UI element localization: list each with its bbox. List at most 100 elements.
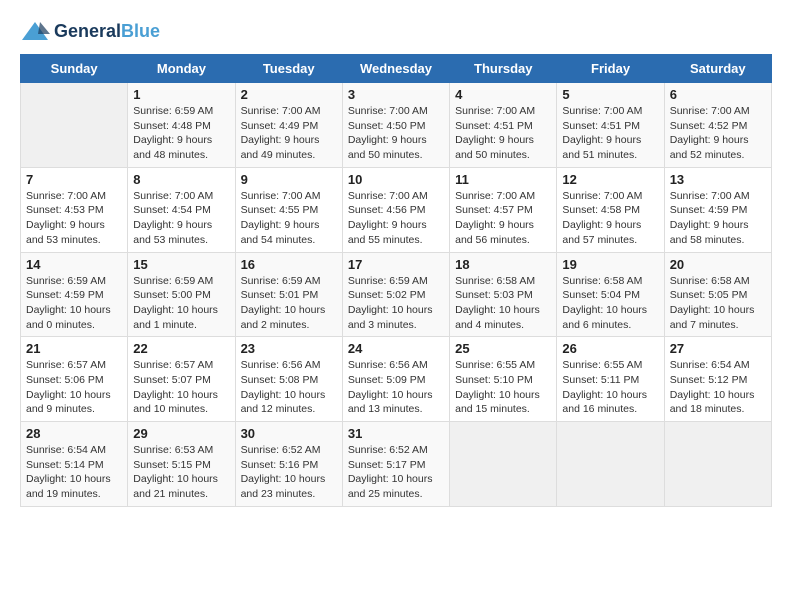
calendar-day-cell: 15 Sunrise: 6:59 AM Sunset: 5:00 PM Dayli… (128, 252, 235, 337)
day-info: Sunrise: 6:59 AM Sunset: 4:48 PM Dayligh… (133, 104, 229, 163)
calendar-week-row: 28 Sunrise: 6:54 AM Sunset: 5:14 PM Dayli… (21, 422, 772, 507)
day-number: 31 (348, 426, 444, 441)
weekday-header-cell: Wednesday (342, 55, 449, 83)
calendar-week-row: 7 Sunrise: 7:00 AM Sunset: 4:53 PM Daylig… (21, 167, 772, 252)
calendar-table: SundayMondayTuesdayWednesdayThursdayFrid… (20, 54, 772, 507)
calendar-day-cell: 29Sunrise: 6:53 AM Sunset: 5:15 PM Dayli… (128, 422, 235, 507)
calendar-day-cell: 13Sunrise: 7:00 AM Sunset: 4:59 PM Dayli… (664, 167, 771, 252)
day-number: 17 (348, 257, 444, 272)
calendar-day-cell: 25 Sunrise: 6:55 AM Sunset: 5:10 PM Dayli… (450, 337, 557, 422)
calendar-day-cell: 21 Sunrise: 6:57 AM Sunset: 5:06 PM Dayli… (21, 337, 128, 422)
day-number: 7 (26, 172, 122, 187)
day-info: Sunrise: 6:59 AM Sunset: 5:01 PM Dayligh… (241, 274, 337, 333)
weekday-header-row: SundayMondayTuesdayWednesdayThursdayFrid… (21, 55, 772, 83)
day-info: Sunrise: 7:00 AM Sunset: 4:50 PM Dayligh… (348, 104, 444, 163)
calendar-day-cell (557, 422, 664, 507)
day-number: 30 (241, 426, 337, 441)
day-number: 2 (241, 87, 337, 102)
weekday-header-cell: Monday (128, 55, 235, 83)
day-info: Sunrise: 6:52 AM Sunset: 5:16 PM Dayligh… (241, 443, 337, 502)
day-number: 1 (133, 87, 229, 102)
day-info: Sunrise: 7:00 AM Sunset: 4:53 PM Dayligh… (26, 189, 122, 248)
calendar-day-cell: 18Sunrise: 6:58 AM Sunset: 5:03 PM Dayli… (450, 252, 557, 337)
calendar-day-cell: 16 Sunrise: 6:59 AM Sunset: 5:01 PM Dayli… (235, 252, 342, 337)
calendar-day-cell: 10Sunrise: 7:00 AM Sunset: 4:56 PM Dayli… (342, 167, 449, 252)
logo-text: GeneralBlue (54, 22, 160, 42)
calendar-day-cell: 26Sunrise: 6:55 AM Sunset: 5:11 PM Dayli… (557, 337, 664, 422)
calendar-day-cell: 11Sunrise: 7:00 AM Sunset: 4:57 PM Dayli… (450, 167, 557, 252)
day-info: Sunrise: 6:54 AM Sunset: 5:14 PM Dayligh… (26, 443, 122, 502)
day-info: Sunrise: 6:57 AM Sunset: 5:07 PM Dayligh… (133, 358, 229, 417)
day-info: Sunrise: 6:58 AM Sunset: 5:03 PM Dayligh… (455, 274, 551, 333)
calendar-day-cell: 9 Sunrise: 7:00 AM Sunset: 4:55 PM Daylig… (235, 167, 342, 252)
day-number: 14 (26, 257, 122, 272)
calendar-day-cell: 4 Sunrise: 7:00 AM Sunset: 4:51 PM Daylig… (450, 83, 557, 168)
day-info: Sunrise: 6:56 AM Sunset: 5:09 PM Dayligh… (348, 358, 444, 417)
calendar-day-cell: 19 Sunrise: 6:58 AM Sunset: 5:04 PM Dayli… (557, 252, 664, 337)
calendar-day-cell: 5 Sunrise: 7:00 AM Sunset: 4:51 PM Daylig… (557, 83, 664, 168)
day-info: Sunrise: 7:00 AM Sunset: 4:49 PM Dayligh… (241, 104, 337, 163)
day-number: 19 (562, 257, 658, 272)
calendar-day-cell: 2 Sunrise: 7:00 AM Sunset: 4:49 PM Daylig… (235, 83, 342, 168)
day-number: 21 (26, 341, 122, 356)
day-number: 25 (455, 341, 551, 356)
calendar-day-cell: 3 Sunrise: 7:00 AM Sunset: 4:50 PM Daylig… (342, 83, 449, 168)
day-info: Sunrise: 7:00 AM Sunset: 4:58 PM Dayligh… (562, 189, 658, 248)
calendar-day-cell: 30 Sunrise: 6:52 AM Sunset: 5:16 PM Dayli… (235, 422, 342, 507)
day-number: 10 (348, 172, 444, 187)
calendar-day-cell: 7 Sunrise: 7:00 AM Sunset: 4:53 PM Daylig… (21, 167, 128, 252)
day-number: 20 (670, 257, 766, 272)
day-info: Sunrise: 7:00 AM Sunset: 4:51 PM Dayligh… (562, 104, 658, 163)
day-info: Sunrise: 6:55 AM Sunset: 5:11 PM Dayligh… (562, 358, 658, 417)
day-number: 23 (241, 341, 337, 356)
day-info: Sunrise: 6:59 AM Sunset: 4:59 PM Dayligh… (26, 274, 122, 333)
calendar-day-cell: 12Sunrise: 7:00 AM Sunset: 4:58 PM Dayli… (557, 167, 664, 252)
calendar-week-row: 14 Sunrise: 6:59 AM Sunset: 4:59 PM Dayli… (21, 252, 772, 337)
calendar-day-cell: 24 Sunrise: 6:56 AM Sunset: 5:09 PM Dayli… (342, 337, 449, 422)
page-header: GeneralBlue (20, 20, 772, 44)
day-info: Sunrise: 7:00 AM Sunset: 4:52 PM Dayligh… (670, 104, 766, 163)
day-info: Sunrise: 6:54 AM Sunset: 5:12 PM Dayligh… (670, 358, 766, 417)
weekday-header-cell: Friday (557, 55, 664, 83)
day-info: Sunrise: 6:59 AM Sunset: 5:00 PM Dayligh… (133, 274, 229, 333)
day-number: 15 (133, 257, 229, 272)
calendar-body: 1 Sunrise: 6:59 AM Sunset: 4:48 PM Daylig… (21, 83, 772, 507)
calendar-day-cell (21, 83, 128, 168)
day-info: Sunrise: 6:58 AM Sunset: 5:04 PM Dayligh… (562, 274, 658, 333)
calendar-week-row: 1 Sunrise: 6:59 AM Sunset: 4:48 PM Daylig… (21, 83, 772, 168)
logo: GeneralBlue (20, 20, 160, 44)
day-number: 22 (133, 341, 229, 356)
day-info: Sunrise: 6:56 AM Sunset: 5:08 PM Dayligh… (241, 358, 337, 417)
day-number: 3 (348, 87, 444, 102)
calendar-week-row: 21 Sunrise: 6:57 AM Sunset: 5:06 PM Dayli… (21, 337, 772, 422)
day-number: 13 (670, 172, 766, 187)
day-info: Sunrise: 7:00 AM Sunset: 4:55 PM Dayligh… (241, 189, 337, 248)
day-number: 27 (670, 341, 766, 356)
day-number: 28 (26, 426, 122, 441)
calendar-day-cell: 27 Sunrise: 6:54 AM Sunset: 5:12 PM Dayli… (664, 337, 771, 422)
calendar-day-cell (450, 422, 557, 507)
day-number: 6 (670, 87, 766, 102)
weekday-header-cell: Tuesday (235, 55, 342, 83)
calendar-day-cell (664, 422, 771, 507)
day-info: Sunrise: 7:00 AM Sunset: 4:54 PM Dayligh… (133, 189, 229, 248)
day-info: Sunrise: 6:55 AM Sunset: 5:10 PM Dayligh… (455, 358, 551, 417)
day-number: 9 (241, 172, 337, 187)
day-info: Sunrise: 6:59 AM Sunset: 5:02 PM Dayligh… (348, 274, 444, 333)
day-info: Sunrise: 6:57 AM Sunset: 5:06 PM Dayligh… (26, 358, 122, 417)
day-info: Sunrise: 6:58 AM Sunset: 5:05 PM Dayligh… (670, 274, 766, 333)
day-number: 24 (348, 341, 444, 356)
day-info: Sunrise: 6:53 AM Sunset: 5:15 PM Dayligh… (133, 443, 229, 502)
day-number: 16 (241, 257, 337, 272)
day-number: 4 (455, 87, 551, 102)
logo-icon (20, 20, 50, 44)
calendar-day-cell: 23 Sunrise: 6:56 AM Sunset: 5:08 PM Dayli… (235, 337, 342, 422)
day-number: 8 (133, 172, 229, 187)
day-info: Sunrise: 7:00 AM Sunset: 4:51 PM Dayligh… (455, 104, 551, 163)
calendar-day-cell: 31Sunrise: 6:52 AM Sunset: 5:17 PM Dayli… (342, 422, 449, 507)
calendar-day-cell: 20 Sunrise: 6:58 AM Sunset: 5:05 PM Dayli… (664, 252, 771, 337)
calendar-day-cell: 6 Sunrise: 7:00 AM Sunset: 4:52 PM Daylig… (664, 83, 771, 168)
day-number: 5 (562, 87, 658, 102)
calendar-day-cell: 22 Sunrise: 6:57 AM Sunset: 5:07 PM Dayli… (128, 337, 235, 422)
calendar-day-cell: 28 Sunrise: 6:54 AM Sunset: 5:14 PM Dayli… (21, 422, 128, 507)
